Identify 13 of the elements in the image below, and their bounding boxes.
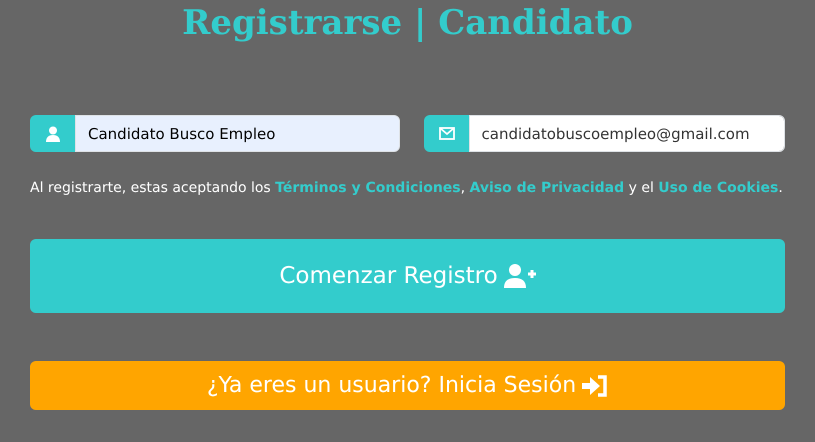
add-user-icon bbox=[504, 264, 536, 288]
login-button[interactable]: ¿Ya eres un usuario? Inicia Sesión bbox=[30, 361, 785, 410]
email-field[interactable]: candidatobuscoempleo@gmail.com bbox=[468, 115, 785, 152]
user-icon bbox=[46, 126, 60, 142]
envelope-icon bbox=[438, 127, 454, 140]
name-field[interactable]: Candidato Busco Empleo bbox=[75, 115, 400, 152]
terms-link[interactable]: Términos y Condiciones bbox=[275, 180, 461, 196]
page-title: Registrarse | Candidato bbox=[181, 2, 634, 45]
register-button[interactable]: Comenzar Registro bbox=[30, 239, 785, 313]
terms-link[interactable]: Uso de Cookies bbox=[658, 180, 778, 196]
terms-link[interactable]: Aviso de Privacidad bbox=[470, 180, 624, 196]
sign-in-icon bbox=[582, 374, 608, 396]
terms-text: Al registrarte, estas aceptando los Términos y Condiciones, Aviso de Privacidad y el Uso de Cookies. bbox=[30, 179, 784, 198]
